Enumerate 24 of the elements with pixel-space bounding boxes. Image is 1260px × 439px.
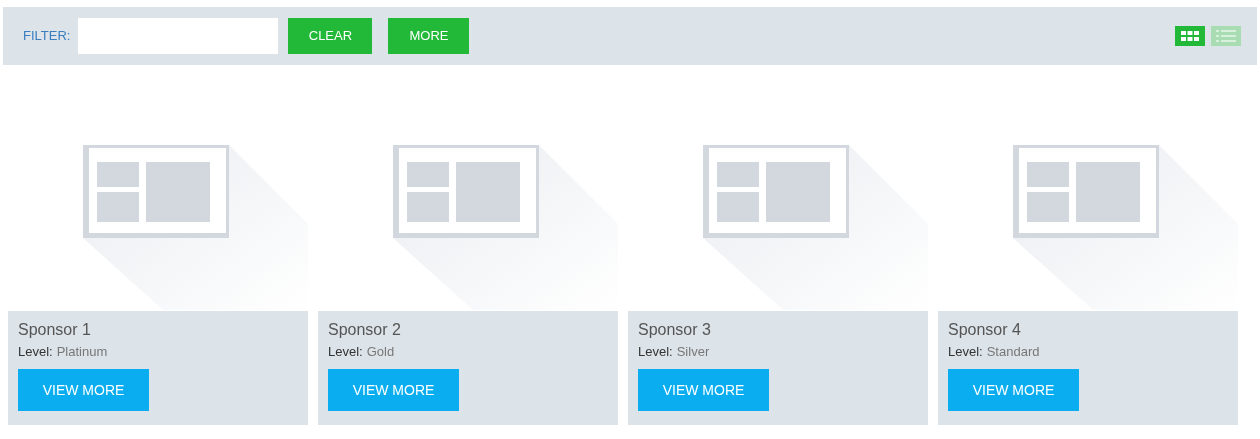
grid-icon bbox=[1181, 30, 1199, 42]
level-value: Silver bbox=[676, 343, 710, 361]
more-button[interactable]: MORE bbox=[388, 18, 470, 54]
clear-button[interactable]: CLEAR bbox=[288, 18, 373, 54]
level-value: Platinum bbox=[56, 343, 108, 361]
view-more-button[interactable]: VIEW MORE bbox=[638, 369, 769, 411]
view-more-button[interactable]: VIEW MORE bbox=[328, 369, 459, 411]
level-label: Level: bbox=[948, 343, 983, 361]
list-view-button[interactable] bbox=[1211, 26, 1241, 46]
sponsor-name: Sponsor 1 bbox=[18, 320, 92, 340]
grid-view-button[interactable] bbox=[1175, 26, 1205, 46]
list-icon bbox=[1216, 30, 1236, 42]
filter-field[interactable] bbox=[78, 18, 279, 54]
view-more-button[interactable]: VIEW MORE bbox=[948, 369, 1079, 411]
level-value: Gold bbox=[366, 343, 395, 361]
filter-label: FILTER: bbox=[23, 27, 71, 46]
view-more-button[interactable]: VIEW MORE bbox=[18, 369, 149, 411]
sponsor-name: Sponsor 2 bbox=[328, 320, 402, 340]
sponsor-name: Sponsor 4 bbox=[948, 320, 1022, 340]
sponsor-name: Sponsor 3 bbox=[638, 320, 712, 340]
level-label: Level: bbox=[18, 343, 53, 361]
level-label: Level: bbox=[328, 343, 363, 361]
level-value: Standard bbox=[986, 343, 1040, 361]
level-label: Level: bbox=[638, 343, 673, 361]
